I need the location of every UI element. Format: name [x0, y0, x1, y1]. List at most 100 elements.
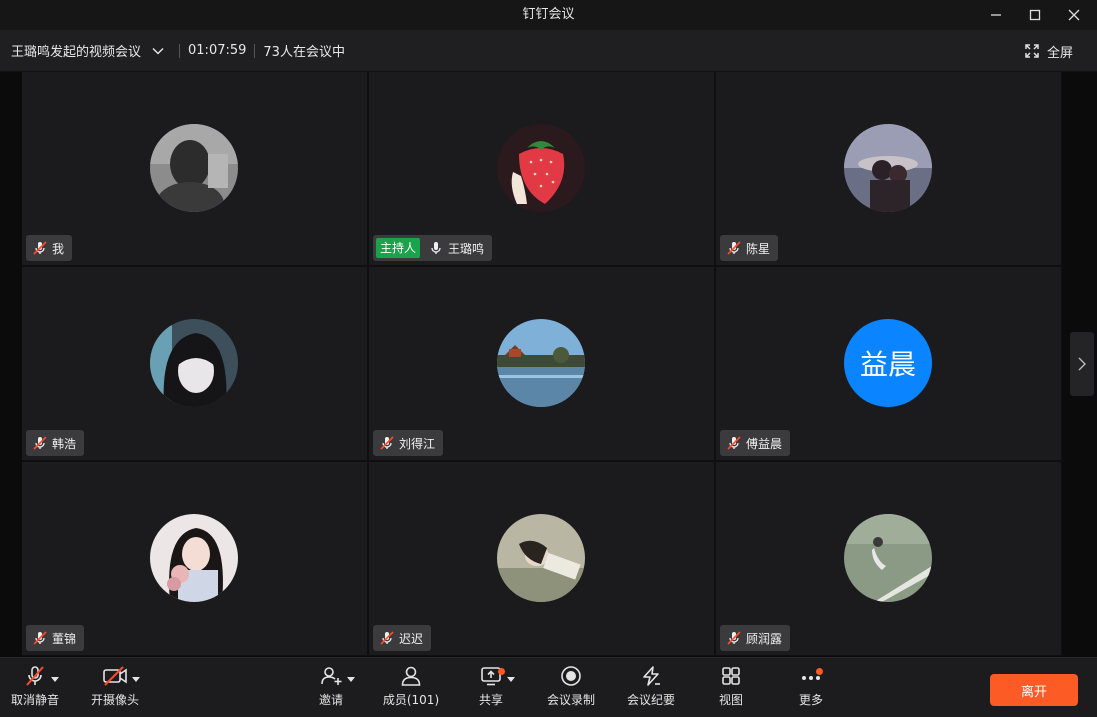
- strawberry-avatar: [497, 124, 585, 212]
- participant-name: 刘得江: [399, 436, 436, 451]
- participant-tile[interactable]: 我: [22, 72, 367, 265]
- record-label: 会议录制: [546, 693, 595, 707]
- participant-avatar: [844, 124, 932, 212]
- invite-user-icon: [321, 667, 342, 685]
- participant-name-badge: 韩浩: [26, 430, 85, 456]
- participant-name: 我: [52, 241, 65, 256]
- participant-tile[interactable]: 益晨 傅益晨: [716, 267, 1061, 460]
- divider: [179, 43, 181, 58]
- camera-off-icon: [103, 666, 127, 686]
- members-button[interactable]: 成员(101): [382, 658, 440, 717]
- record-button[interactable]: 会议录制: [546, 658, 596, 717]
- dropdown-caret-icon[interactable]: [507, 677, 515, 682]
- minimize-icon: [991, 14, 1001, 16]
- participant-name: 董锦: [52, 631, 77, 646]
- participant-name: 陈星: [746, 241, 771, 256]
- view-label: 视图: [718, 693, 743, 707]
- divider: [254, 43, 256, 58]
- more-label: 更多: [798, 693, 823, 707]
- mic-muted-icon: [727, 241, 741, 255]
- girl-flowers-avatar: [150, 514, 238, 602]
- participant-name-badge: 傅益晨: [720, 430, 791, 456]
- participant-tile[interactable]: 陈星: [716, 72, 1061, 265]
- fullscreen-icon: [1025, 44, 1039, 58]
- close-icon: [1068, 9, 1080, 21]
- participant-tile[interactable]: 顾润露: [716, 462, 1061, 655]
- share-label: 共享: [478, 693, 503, 707]
- anime-girl-avatar: [150, 319, 238, 407]
- participant-name-badge: 顾润露: [720, 625, 791, 651]
- mic-muted-icon: [380, 631, 394, 645]
- meeting-title[interactable]: 王璐鸣发起的视频会议: [11, 41, 141, 60]
- notification-dot: [816, 668, 823, 675]
- participant-name: 王璐鸣: [448, 241, 485, 256]
- unmute-button[interactable]: 取消静音: [10, 658, 60, 717]
- dropdown-caret-icon[interactable]: [347, 677, 355, 682]
- participant-name-badge: 刘得江: [373, 430, 444, 456]
- mic-muted-icon: [727, 631, 741, 645]
- participant-name-badge: 迟迟: [373, 625, 432, 651]
- participant-name-badge: 董锦: [26, 625, 85, 651]
- members-icon: [401, 666, 421, 686]
- dropdown-caret-icon[interactable]: [132, 677, 140, 682]
- leave-button[interactable]: 离开: [990, 674, 1078, 706]
- participant-avatar: [844, 514, 932, 602]
- minutes-button[interactable]: 会议纪要: [626, 658, 676, 717]
- view-button[interactable]: 视图: [716, 658, 746, 717]
- meeting-duration: 01:07:59: [188, 43, 247, 58]
- participant-tile[interactable]: 董锦: [22, 462, 367, 655]
- record-icon: [561, 666, 581, 686]
- unmute-label: 取消静音: [10, 693, 59, 707]
- maximize-button[interactable]: [1017, 0, 1053, 30]
- dropdown-caret-icon[interactable]: [51, 677, 59, 682]
- mic-muted-icon: [26, 666, 44, 686]
- participant-tile[interactable]: 韩浩: [22, 267, 367, 460]
- participant-avatar: [150, 319, 238, 407]
- grass-figure-avatar: [844, 514, 932, 602]
- maximize-icon: [1029, 9, 1041, 21]
- members-label: 成员(101): [382, 693, 440, 707]
- participant-avatar: [497, 319, 585, 407]
- camera-label: 开摄像头: [90, 693, 139, 707]
- chevron-right-icon: [1078, 357, 1086, 371]
- notification-dot: [498, 668, 505, 675]
- meeting-info-bar: 王璐鸣发起的视频会议 01:07:59 73人在会议中 全屏: [0, 30, 1097, 72]
- participant-name: 顾润露: [746, 631, 783, 646]
- next-page-button[interactable]: [1070, 332, 1094, 396]
- participant-avatar: [150, 514, 238, 602]
- lightning-icon: [643, 666, 660, 686]
- close-button[interactable]: [1056, 0, 1092, 30]
- participant-avatar: [150, 124, 238, 212]
- participant-count: 73人在会议中: [263, 45, 345, 60]
- minimize-button[interactable]: [978, 0, 1014, 30]
- participant-avatar: [497, 124, 585, 212]
- chevron-down-icon[interactable]: [151, 44, 165, 58]
- invite-button[interactable]: 邀请: [314, 658, 355, 717]
- participant-name-badge: 我: [26, 235, 73, 261]
- window-title-bar: 钉钉会议: [0, 0, 1097, 30]
- participant-name-badge: 主持人 王璐鸣: [373, 235, 493, 261]
- participant-tile[interactable]: 主持人 王璐鸣: [369, 72, 714, 265]
- fullscreen-button[interactable]: 全屏: [1025, 30, 1073, 72]
- participant-tile[interactable]: 迟迟: [369, 462, 714, 655]
- participant-name: 韩浩: [52, 436, 77, 451]
- window-title: 钉钉会议: [522, 7, 575, 22]
- sunset-couple-avatar: [844, 124, 932, 212]
- invite-label: 邀请: [318, 693, 343, 707]
- participant-name-badge: 陈星: [720, 235, 779, 261]
- mic-icon: [431, 242, 441, 254]
- more-button[interactable]: 更多: [796, 658, 826, 717]
- participant-name: 迟迟: [399, 631, 424, 646]
- girl-lying-avatar: [497, 514, 585, 602]
- share-button[interactable]: 共享: [478, 658, 515, 717]
- participant-tile[interactable]: 刘得江: [369, 267, 714, 460]
- camera-button[interactable]: 开摄像头: [90, 658, 140, 717]
- meeting-toolbar: 取消静音 开摄像头 邀请 成员(101) 共享 会议录制 会议纪要 视图 更多: [0, 657, 1097, 717]
- grid-view-icon: [722, 667, 740, 685]
- participant-avatar-text: 益晨: [844, 319, 932, 407]
- minutes-label: 会议纪要: [626, 693, 675, 707]
- participant-avatar: [497, 514, 585, 602]
- mic-muted-icon: [33, 631, 47, 645]
- mic-muted-icon: [380, 436, 394, 450]
- grayscale-photo-avatar: [150, 124, 238, 212]
